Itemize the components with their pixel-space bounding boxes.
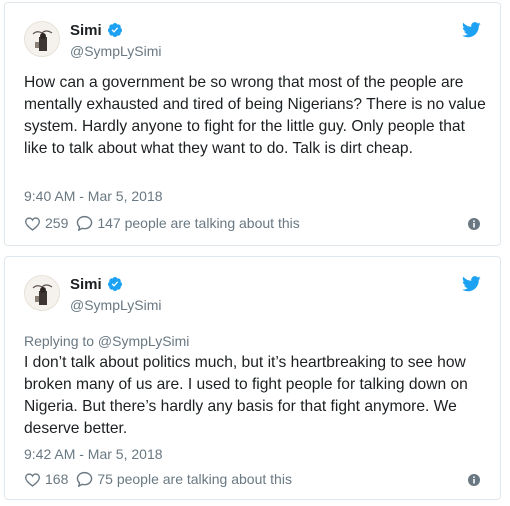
heart-icon xyxy=(24,216,41,231)
info-icon[interactable] xyxy=(468,218,480,230)
verified-badge-icon xyxy=(107,277,122,291)
tweet-timestamp[interactable]: 9:42 AM - Mar 5, 2018 xyxy=(24,446,163,462)
tweet-card[interactable]: Simi @SympLySimi How can a government be… xyxy=(4,2,501,246)
avatar-image xyxy=(25,22,59,56)
speech-bubble-icon xyxy=(77,471,93,487)
twitter-bird-icon[interactable] xyxy=(462,22,481,38)
avatar[interactable] xyxy=(24,21,60,57)
tweet-timestamp[interactable]: 9:40 AM - Mar 5, 2018 xyxy=(24,188,163,204)
like-count: 168 xyxy=(45,471,69,487)
like-button[interactable]: 168 xyxy=(24,471,68,487)
avatar[interactable] xyxy=(24,275,60,311)
tweet-text: I don’t talk about politics much, but it… xyxy=(24,354,468,437)
conversation-button[interactable]: 147 people are talking about this xyxy=(76,215,300,231)
tweet-text: How can a government be so wrong that mo… xyxy=(24,74,486,157)
talking-count: 75 people are talking about this xyxy=(97,471,292,487)
speech-bubble-icon xyxy=(77,215,93,231)
like-button[interactable]: 259 xyxy=(24,215,68,231)
avatar-image xyxy=(25,276,59,310)
talking-count: 147 people are talking about this xyxy=(97,215,300,231)
author-handle[interactable]: @SympLySimi xyxy=(70,297,162,313)
verified-badge-icon xyxy=(107,23,122,37)
author-name[interactable]: Simi xyxy=(70,276,102,293)
like-count: 259 xyxy=(45,215,69,231)
tweet-card[interactable]: Simi @SympLySimi Replying to @SympLySimi… xyxy=(4,256,501,500)
replying-to[interactable]: Replying to @SympLySimi xyxy=(24,333,189,349)
conversation-button[interactable]: 75 people are talking about this xyxy=(76,471,292,487)
author-handle[interactable]: @SympLySimi xyxy=(70,43,162,59)
twitter-bird-icon[interactable] xyxy=(462,276,481,292)
heart-icon xyxy=(24,472,41,487)
info-icon[interactable] xyxy=(468,474,480,486)
author-name[interactable]: Simi xyxy=(70,22,102,39)
